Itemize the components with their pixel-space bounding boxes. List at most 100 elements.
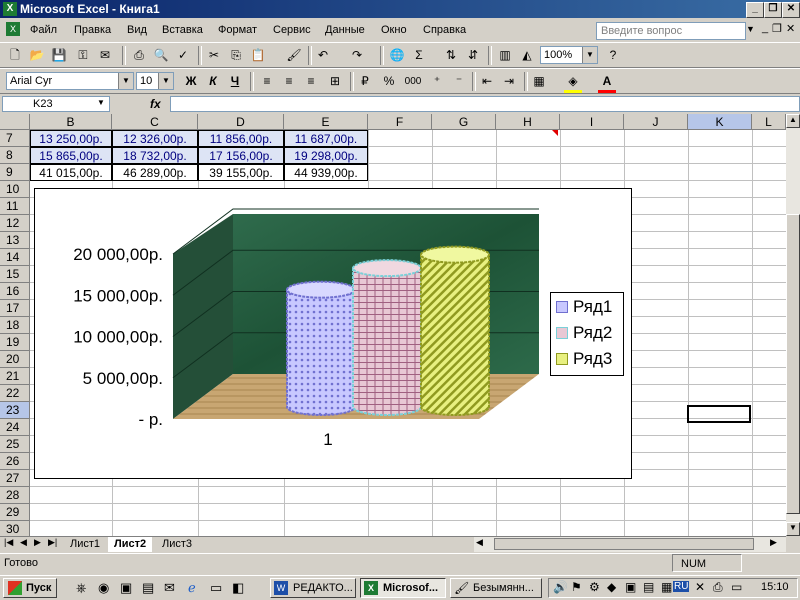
autosum-icon[interactable]: Σ — [410, 47, 428, 64]
tray-icon-3[interactable]: ◆ — [607, 580, 616, 594]
cell-d7[interactable]: 11 856,00р. — [198, 130, 284, 147]
row-header[interactable]: 24 — [0, 419, 30, 436]
quicklaunch-icon-6[interactable]: ▭ — [210, 580, 222, 596]
row-header[interactable]: 9 — [0, 164, 30, 181]
scroll-right-arrow-icon[interactable]: ▶ — [770, 537, 777, 548]
quicklaunch-icon-1[interactable]: ⎈ — [76, 580, 86, 596]
tray-icon-6[interactable]: ▦ — [661, 580, 672, 594]
drawing-icon[interactable]: ◭ — [518, 47, 536, 64]
clock[interactable]: 15:10 — [761, 581, 789, 593]
tray-icon-7[interactable]: ✕ — [695, 580, 705, 594]
bold-button[interactable]: Ж — [182, 73, 200, 90]
workbook-icon[interactable]: X — [6, 22, 20, 36]
doc-restore-button[interactable]: ❐ — [772, 22, 782, 35]
borders-icon[interactable]: ▦ — [530, 73, 548, 90]
font-color-icon[interactable]: A — [598, 73, 616, 93]
first-sheet-icon[interactable]: |◀ — [4, 537, 13, 548]
tray-printer-icon[interactable]: ⎙ — [713, 580, 723, 595]
last-sheet-icon[interactable]: ▶| — [48, 537, 57, 548]
percent-button[interactable]: % — [380, 73, 398, 90]
doc-close-button[interactable]: ✕ — [786, 22, 795, 35]
next-sheet-icon[interactable]: ▶ — [34, 537, 41, 548]
formula-input[interactable] — [170, 96, 800, 112]
menu-edit[interactable]: Правка — [74, 24, 111, 36]
quicklaunch-icon-5[interactable]: ✉ — [164, 580, 175, 596]
cell-b9[interactable]: 41 015,00р. — [30, 164, 112, 181]
row-header[interactable]: 7 — [0, 130, 30, 147]
row-header[interactable]: 19 — [0, 334, 30, 351]
italic-button[interactable]: К — [204, 73, 222, 90]
row-header[interactable]: 16 — [0, 283, 30, 300]
quicklaunch-icon-2[interactable]: ◉ — [98, 580, 109, 596]
row-header[interactable]: 22 — [0, 385, 30, 402]
scroll-thumb[interactable] — [786, 214, 800, 514]
internet-explorer-icon[interactable]: ℯ — [188, 580, 196, 596]
menu-file[interactable]: Файл — [30, 24, 57, 36]
hyperlink-icon[interactable]: 🌐 — [388, 47, 406, 64]
cell-b8[interactable]: 15 865,00р. — [30, 147, 112, 164]
menu-help[interactable]: Справка — [423, 24, 466, 36]
menu-view[interactable]: Вид — [127, 24, 147, 36]
tray-icon-1[interactable]: ⚑ — [571, 580, 582, 594]
row-header[interactable]: 20 — [0, 351, 30, 368]
cell-e8[interactable]: 19 298,00р. — [284, 147, 368, 164]
print-preview-icon[interactable]: 🔍 — [152, 47, 170, 64]
task-excel[interactable]: X Microsof... — [360, 578, 446, 598]
merge-center-icon[interactable]: ⊞ — [326, 73, 344, 90]
undo-icon[interactable]: ↶ — [314, 47, 332, 64]
sort-descending-icon[interactable]: ⇵ — [464, 47, 482, 64]
row-header[interactable]: 15 — [0, 266, 30, 283]
cell-c7[interactable]: 12 326,00р. — [112, 130, 198, 147]
cell-d8[interactable]: 17 156,00р. — [198, 147, 284, 164]
tab-list2[interactable]: Лист2 — [108, 537, 153, 552]
new-icon[interactable]: 🗋 — [6, 47, 24, 64]
permission-icon[interactable]: ⚿ — [74, 47, 92, 64]
align-right-icon[interactable]: ≡ — [302, 73, 320, 90]
row-header[interactable]: 8 — [0, 147, 30, 164]
tray-icon-5[interactable]: ▤ — [643, 580, 654, 594]
cut-icon[interactable]: ✂ — [205, 47, 223, 64]
col-header-c[interactable]: C — [112, 114, 198, 130]
thousands-button[interactable]: 000 — [402, 73, 424, 90]
col-header-f[interactable]: F — [368, 114, 432, 130]
col-header-j[interactable]: J — [624, 114, 688, 130]
copy-icon[interactable]: ⎘ — [227, 47, 245, 64]
excel-app-icon[interactable]: X — [3, 2, 17, 16]
col-header-k[interactable]: K — [688, 114, 752, 130]
align-left-icon[interactable]: ≡ — [258, 73, 276, 90]
row-header[interactable]: 23 — [0, 402, 30, 419]
email-icon[interactable]: ✉ — [96, 47, 114, 64]
bar-1[interactable] — [286, 280, 356, 416]
cell-b7[interactable]: 13 250,00р. — [30, 130, 112, 147]
menu-data[interactable]: Данные — [325, 24, 365, 36]
scroll-down-arrow-icon[interactable]: ▼ — [786, 522, 800, 536]
name-box[interactable]: K23 — [2, 96, 110, 112]
scroll-left-arrow-icon[interactable]: ◀ — [476, 537, 483, 548]
currency-icon[interactable]: ₽ — [356, 73, 374, 90]
increase-indent-icon[interactable]: ⇥ — [500, 73, 518, 90]
format-painter-icon[interactable]: 🖌 — [285, 47, 303, 64]
tab-list3[interactable]: Лист3 — [156, 537, 198, 552]
menu-tools[interactable]: Сервис — [273, 24, 311, 36]
menu-format[interactable]: Формат — [218, 24, 257, 36]
open-icon[interactable]: 📂 — [28, 47, 46, 64]
col-header-g[interactable]: G — [432, 114, 496, 130]
name-box-chevron-down-icon[interactable]: ▼ — [97, 98, 105, 107]
bar-3[interactable] — [420, 245, 490, 416]
maximize-button[interactable]: ❐ — [764, 2, 782, 18]
row-header[interactable]: 11 — [0, 198, 30, 215]
menu-insert[interactable]: Вставка — [162, 24, 203, 36]
horizontal-scrollbar[interactable]: ◀ ▶ — [474, 537, 786, 552]
task-editor[interactable]: W РЕДАКТО... — [270, 578, 356, 598]
help-question-input[interactable]: Введите вопрос — [596, 22, 746, 40]
sort-ascending-icon[interactable]: ⇅ — [442, 47, 460, 64]
doc-minimize-button[interactable]: _ — [762, 22, 768, 34]
row-header[interactable]: 30 — [0, 521, 30, 536]
paste-icon[interactable]: 📋 — [249, 47, 267, 64]
underline-button[interactable]: Ч — [226, 73, 244, 90]
row-header[interactable]: 29 — [0, 504, 30, 521]
comment-indicator-icon[interactable] — [552, 130, 558, 136]
decrease-decimal-icon[interactable]: ⁻ — [450, 73, 468, 90]
help-dropdown-arrow[interactable]: ▼ — [746, 24, 755, 34]
bar-2[interactable] — [352, 259, 422, 416]
